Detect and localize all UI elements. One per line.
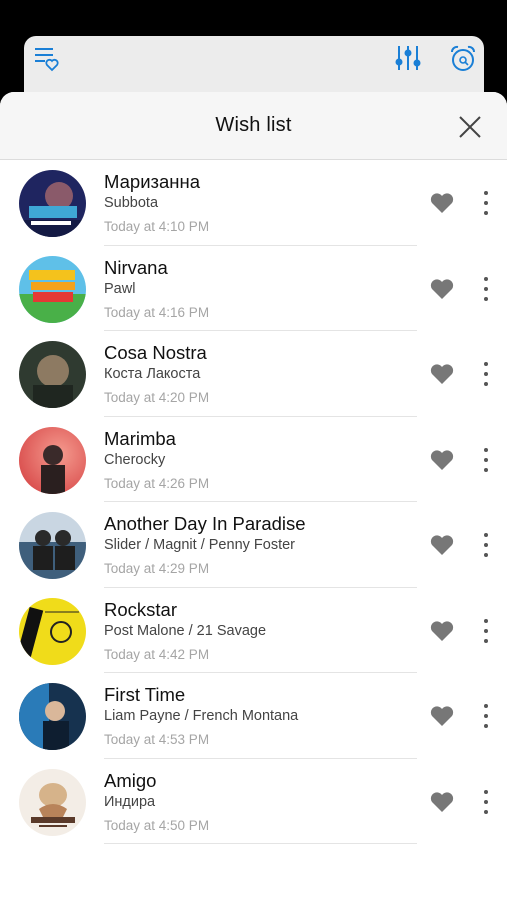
heart-icon	[430, 449, 454, 470]
track-title: Marimba	[104, 427, 176, 449]
track-time: Today at 4:16 PM	[104, 304, 210, 320]
track-info: Nirvana Pawl Today at 4:16 PM	[104, 256, 417, 331]
sheet-header: Wish list	[0, 92, 507, 160]
album-cover	[19, 255, 86, 323]
heart-icon	[430, 791, 454, 812]
close-button[interactable]	[457, 114, 483, 140]
track-info: Marimba Cherocky Today at 4:26 PM	[104, 427, 417, 502]
more-vertical-icon	[484, 618, 488, 643]
more-options-button[interactable]	[474, 530, 498, 560]
track-info: Another Day In Paradise Slider / Magnit …	[104, 513, 417, 588]
track-artist: Slider / Magnit / Penny Foster	[104, 537, 295, 553]
track-row[interactable]: Marimba Cherocky Today at 4:26 PM	[0, 417, 507, 502]
more-vertical-icon	[484, 789, 488, 814]
track-title: Маризанна	[104, 171, 201, 192]
more-vertical-icon	[484, 704, 488, 728]
alarm-clock-icon[interactable]	[448, 44, 478, 79]
track-artist: Post Malone / 21 Savage	[104, 622, 267, 639]
heart-icon	[430, 535, 454, 555]
heart-button[interactable]	[429, 704, 455, 728]
heart-icon	[430, 364, 454, 384]
heart-button[interactable]	[429, 790, 455, 814]
track-info: Маризанна Subbota Today at 4:10 PM	[104, 171, 417, 246]
track-title: Nirvana	[104, 256, 168, 278]
track-row[interactable]: First Time Liam Payne / French Montana T…	[0, 673, 507, 759]
track-title: Another Day In Paradise	[104, 513, 306, 534]
close-icon	[459, 116, 481, 138]
track-time: Today at 4:42 PM	[104, 646, 210, 662]
track-title: Amigo	[104, 769, 157, 791]
track-artist: Liam Payne / French Montana	[104, 708, 299, 724]
track-artist: Cherocky	[104, 451, 166, 468]
heart-icon	[430, 706, 454, 726]
track-list: Маризанна Subbota Today at 4:10 PM Nirva…	[0, 160, 507, 844]
track-row[interactable]: Amigo Индира Today at 4:50 PM	[0, 759, 507, 844]
album-cover	[19, 683, 86, 750]
track-title: First Time	[104, 684, 186, 705]
more-vertical-icon	[484, 191, 488, 215]
equalizer-icon[interactable]	[394, 44, 422, 77]
track-row[interactable]: Another Day In Paradise Slider / Magnit …	[0, 502, 507, 588]
heart-icon	[430, 620, 454, 641]
heart-icon	[430, 193, 454, 213]
heart-button[interactable]	[429, 362, 455, 386]
heart-icon	[430, 278, 454, 299]
track-info: Amigo Индира Today at 4:50 PM	[104, 769, 417, 844]
track-info: First Time Liam Payne / French Montana T…	[104, 684, 417, 759]
track-title: Cosa Nostra	[104, 342, 207, 363]
more-vertical-icon	[484, 447, 488, 472]
more-options-button[interactable]	[474, 274, 498, 304]
more-options-button[interactable]	[474, 188, 498, 218]
track-time: Today at 4:50 PM	[104, 817, 210, 833]
more-options-button[interactable]	[474, 445, 498, 475]
track-time: Today at 4:20 PM	[104, 390, 210, 405]
track-info: Rockstar Post Malone / 21 Savage Today a…	[104, 598, 417, 673]
track-time: Today at 4:53 PM	[104, 732, 210, 747]
track-artist: Pawl	[104, 280, 136, 297]
track-time: Today at 4:29 PM	[104, 561, 210, 576]
track-title: Rockstar	[104, 598, 177, 620]
album-cover	[19, 768, 86, 836]
wish-list-sheet: Wish list Маризанна Subbota Today at 4:1…	[0, 92, 507, 900]
track-time: Today at 4:26 PM	[104, 475, 210, 491]
heart-button[interactable]	[429, 619, 455, 643]
album-cover	[19, 170, 86, 237]
album-cover	[19, 341, 86, 408]
track-info: Cosa Nostra Коста Лакоста Today at 4:20 …	[104, 342, 417, 417]
heart-button[interactable]	[429, 191, 455, 215]
track-row[interactable]: Маризанна Subbota Today at 4:10 PM	[0, 160, 507, 246]
album-cover	[19, 512, 86, 579]
page-title: Wish list	[215, 114, 292, 136]
track-artist: Коста Лакоста	[104, 366, 201, 382]
heart-button[interactable]	[429, 277, 455, 301]
track-time: Today at 4:10 PM	[104, 219, 210, 234]
more-options-button[interactable]	[474, 701, 498, 731]
track-artist: Индира	[104, 793, 156, 810]
heart-button[interactable]	[429, 533, 455, 557]
more-vertical-icon	[484, 276, 488, 301]
track-row[interactable]: Cosa Nostra Коста Лакоста Today at 4:20 …	[0, 331, 507, 417]
more-options-button[interactable]	[474, 787, 498, 817]
track-artist: Subbota	[104, 195, 159, 211]
more-options-button[interactable]	[474, 616, 498, 646]
heart-button[interactable]	[429, 448, 455, 472]
track-row[interactable]: Nirvana Pawl Today at 4:16 PM	[0, 246, 507, 331]
more-options-button[interactable]	[474, 359, 498, 389]
album-cover	[19, 426, 86, 494]
track-row[interactable]: Rockstar Post Malone / 21 Savage Today a…	[0, 588, 507, 673]
more-vertical-icon	[484, 533, 488, 557]
wishlist-icon[interactable]	[33, 44, 61, 77]
more-vertical-icon	[484, 362, 488, 386]
album-cover	[19, 597, 86, 665]
